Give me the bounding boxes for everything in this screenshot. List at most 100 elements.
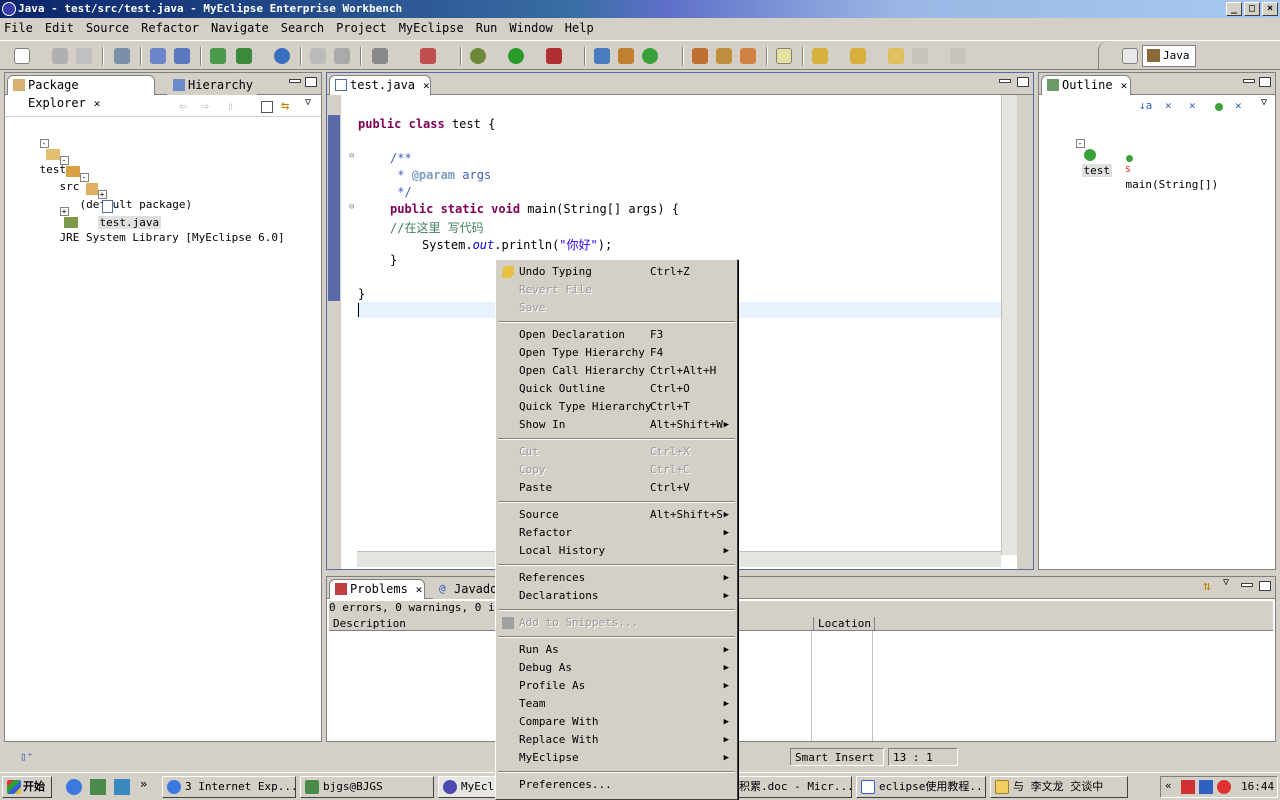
open-perspective-icon[interactable] bbox=[1122, 48, 1138, 64]
ime-icon[interactable] bbox=[1181, 780, 1195, 794]
close-icon[interactable]: ✕ bbox=[416, 583, 423, 596]
view-menu-icon[interactable]: ▽ bbox=[1223, 577, 1229, 588]
mark-occurrences-icon[interactable] bbox=[776, 48, 792, 64]
menu-item-debug-as[interactable]: Debug As ▶ bbox=[498, 659, 735, 677]
sort-icon[interactable]: ↓a bbox=[1139, 99, 1152, 112]
taskbar-button-tutorial[interactable]: eclipse使用教程... bbox=[856, 776, 986, 798]
taskbar-button-chat[interactable]: 与 李文龙 交谈中 bbox=[990, 776, 1128, 798]
code-line-7[interactable]: //在这里 写代码 bbox=[390, 219, 484, 236]
menu-navigate[interactable]: Navigate bbox=[211, 21, 275, 35]
java-perspective-button[interactable]: Java bbox=[1142, 45, 1196, 67]
code-line-3[interactable]: /** bbox=[390, 151, 412, 165]
menu-item-local-history[interactable]: Local History ▶ bbox=[498, 542, 735, 560]
tray-expand-icon[interactable]: « bbox=[1165, 779, 1172, 792]
menu-item-quick-outline[interactable]: Quick Outline Ctrl+O bbox=[498, 380, 735, 398]
menu-item-refactor[interactable]: Refactor ▶ bbox=[498, 524, 735, 542]
vertical-scrollbar[interactable] bbox=[1001, 95, 1017, 555]
view-menu-icon[interactable]: ▽ bbox=[1261, 97, 1267, 108]
maximize-view-icon[interactable] bbox=[305, 77, 317, 87]
search-icon[interactable] bbox=[740, 48, 756, 64]
menu-item-undo-typing[interactable]: Undo Typing Ctrl+Z bbox=[498, 263, 735, 281]
menu-item-compare-with[interactable]: Compare With ▶ bbox=[498, 713, 735, 731]
tab-package-explorer[interactable]: Package Explorer ✕ bbox=[7, 75, 155, 110]
debug-icon[interactable] bbox=[470, 48, 486, 64]
link-with-editor-icon[interactable]: ⇆ bbox=[281, 98, 289, 114]
menu-item-open-declaration[interactable]: Open Declaration F3 bbox=[498, 326, 735, 344]
minimize-button[interactable]: _ bbox=[1226, 2, 1242, 16]
column-description[interactable]: Description bbox=[333, 617, 406, 630]
hide-nonpublic-icon[interactable] bbox=[1215, 103, 1223, 111]
menu-search[interactable]: Search bbox=[281, 21, 330, 35]
save-icon[interactable] bbox=[52, 48, 68, 64]
maximize-view-icon[interactable] bbox=[1017, 77, 1029, 87]
menu-item-references[interactable]: References ▶ bbox=[498, 569, 735, 587]
back-icon[interactable] bbox=[912, 48, 928, 64]
menu-edit[interactable]: Edit bbox=[45, 21, 80, 35]
menu-myeclipse[interactable]: MyEclipse bbox=[399, 21, 470, 35]
run-icon[interactable] bbox=[508, 48, 524, 64]
run-server-icon[interactable] bbox=[236, 48, 252, 64]
taskbar-button-myeclipse[interactable]: MyEcli bbox=[438, 776, 496, 798]
fast-view-icon[interactable]: ▯⁺ bbox=[20, 750, 33, 763]
tab-hierarchy[interactable]: Hierarchy bbox=[167, 75, 257, 95]
taskbar-button-ie[interactable]: 3 Internet Exp... bbox=[162, 776, 296, 798]
new-class-icon[interactable] bbox=[618, 48, 634, 64]
last-edit-icon[interactable] bbox=[888, 48, 904, 64]
code-line-9[interactable]: } bbox=[390, 253, 397, 267]
menu-refactor[interactable]: Refactor bbox=[141, 21, 205, 35]
menu-item-profile-as[interactable]: Profile As ▶ bbox=[498, 677, 735, 695]
menu-run[interactable]: Run bbox=[476, 21, 504, 35]
wizard-icon[interactable] bbox=[150, 48, 166, 64]
deploy-project-icon[interactable] bbox=[210, 48, 226, 64]
network-icon[interactable] bbox=[1199, 780, 1213, 794]
fold-icon[interactable]: ⊖ bbox=[349, 202, 354, 212]
desktop-quicklaunch-icon[interactable] bbox=[114, 779, 130, 795]
code-line-5[interactable]: */ bbox=[390, 185, 411, 199]
ie-quicklaunch-icon[interactable] bbox=[66, 779, 82, 795]
menu-help[interactable]: Help bbox=[565, 21, 600, 35]
close-button[interactable]: × bbox=[1262, 2, 1278, 16]
qq-icon[interactable] bbox=[1217, 780, 1231, 794]
back-icon[interactable]: ⇦ bbox=[179, 99, 187, 114]
code-line-4[interactable]: * @param args bbox=[390, 168, 491, 182]
menu-project[interactable]: Project bbox=[336, 21, 393, 35]
minimize-view-icon[interactable] bbox=[1241, 583, 1253, 587]
menu-item-open-call-hierarchy[interactable]: Open Call Hierarchy Ctrl+Alt+H bbox=[498, 362, 735, 380]
tab-problems[interactable]: Problems ✕ bbox=[329, 579, 425, 599]
column-location[interactable]: Location bbox=[813, 617, 875, 631]
menu-item-source[interactable]: Source Alt+Shift+S ▶ bbox=[498, 506, 735, 524]
external-tools-icon[interactable] bbox=[546, 48, 562, 64]
server-icon[interactable] bbox=[174, 48, 190, 64]
forward-icon[interactable]: ⇨ bbox=[201, 99, 209, 114]
close-icon[interactable]: ✕ bbox=[423, 79, 430, 92]
deploy-icon[interactable] bbox=[114, 48, 130, 64]
image-icon[interactable] bbox=[372, 48, 388, 64]
db-icon[interactable] bbox=[310, 48, 326, 64]
chevron-right-icon[interactable]: » bbox=[140, 777, 147, 791]
toolbox-icon[interactable] bbox=[420, 48, 436, 64]
collapse-icon[interactable]: - bbox=[1075, 139, 1085, 148]
outline-method-item[interactable]: S main(String[]) bbox=[1099, 139, 1218, 204]
hide-local-types-icon[interactable]: ✕ bbox=[1235, 99, 1242, 112]
minimize-view-icon[interactable] bbox=[1243, 79, 1255, 83]
new-icon[interactable] bbox=[14, 48, 30, 64]
code-line-8[interactable]: System.out.println("你好"); bbox=[422, 236, 612, 253]
maximize-button[interactable]: □ bbox=[1244, 2, 1260, 16]
tab-test-java[interactable]: test.java ✕ bbox=[329, 75, 431, 95]
close-icon[interactable]: ✕ bbox=[1121, 79, 1128, 92]
menu-item-preferences[interactable]: Preferences... bbox=[498, 776, 735, 794]
jre-tree-item[interactable]: + JRE System Library [MyEclipse 6.0] bbox=[33, 191, 285, 257]
menu-item-paste[interactable]: Paste Ctrl+V bbox=[498, 479, 735, 497]
browser-icon[interactable] bbox=[274, 48, 290, 64]
minimize-view-icon[interactable] bbox=[289, 79, 301, 83]
taskbar-button-word[interactable]: 积累.doc - Micr... bbox=[738, 776, 852, 798]
print-icon[interactable] bbox=[76, 48, 92, 64]
menu-window[interactable]: Window bbox=[509, 21, 558, 35]
open-type-icon[interactable] bbox=[692, 48, 708, 64]
menu-item-quick-type-hierarchy[interactable]: Quick Type Hierarchy Ctrl+T bbox=[498, 398, 735, 416]
minimize-view-icon[interactable] bbox=[999, 79, 1011, 83]
expand-icon[interactable]: + bbox=[59, 207, 69, 216]
view-menu-icon[interactable]: ▽ bbox=[305, 97, 311, 108]
network-quicklaunch-icon[interactable] bbox=[90, 779, 106, 795]
prev-annotation-icon[interactable] bbox=[850, 48, 866, 64]
